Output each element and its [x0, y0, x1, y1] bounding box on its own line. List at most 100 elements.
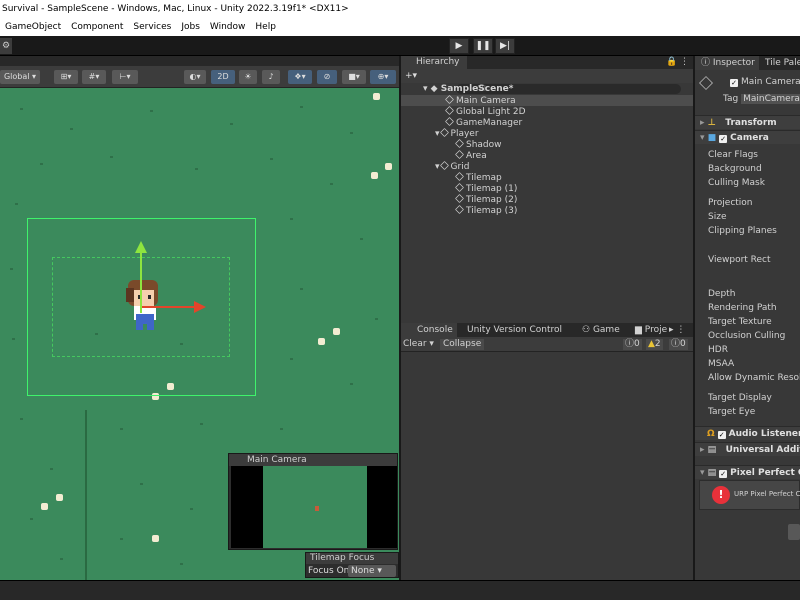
hierarchy-item-area[interactable]: Area: [401, 150, 693, 161]
hierarchy-item-global-light[interactable]: Global Light 2D: [401, 106, 693, 117]
effects-icon[interactable]: ❖▾: [288, 70, 312, 84]
tab-project[interactable]: ▆ Proje: [635, 323, 667, 337]
mode-2d-button[interactable]: 2D: [211, 70, 235, 84]
error-count-toggle[interactable]: ⓘ0: [669, 339, 688, 350]
grass-tile: [350, 383, 353, 385]
unity-scene-icon: ▾ ◆: [423, 84, 441, 94]
pause-button[interactable]: ❚❚: [473, 38, 493, 54]
audio-icon[interactable]: ♪: [262, 70, 280, 84]
move-gizmo-y-arrow[interactable]: [135, 241, 147, 253]
camera-preview-header[interactable]: Main Camera: [229, 454, 397, 466]
component-pixel-perfect-camera[interactable]: ▾ ▤✓Pixel Perfect Ca: [695, 465, 800, 479]
hidden-objects-icon[interactable]: ⊘: [317, 70, 337, 84]
move-gizmo-x-arrow[interactable]: [194, 301, 206, 313]
log-count-toggle[interactable]: ⓘ0: [623, 339, 642, 350]
tab-hierarchy[interactable]: Hierarchy: [401, 56, 467, 69]
play-button[interactable]: ▶: [449, 38, 469, 54]
warning-count-toggle[interactable]: ▲2: [646, 339, 663, 350]
menu-help[interactable]: Help: [250, 18, 281, 36]
clear-button[interactable]: Clear ▾: [403, 339, 434, 350]
active-checkbox[interactable]: ✓: [730, 79, 738, 87]
clear-label: Clear: [403, 339, 427, 349]
grass-tile: [120, 538, 123, 540]
hierarchy-scene-row[interactable]: ▾ ◆ SampleScene*: [401, 84, 693, 95]
hierarchy-item-tilemap-1[interactable]: Tilemap (1): [401, 183, 693, 194]
grid-visibility-icon[interactable]: #▾: [82, 70, 106, 84]
grass-tile: [280, 428, 283, 430]
move-gizmo-x-axis[interactable]: [142, 306, 202, 308]
tilemap-focus-title: Tilemap Focus: [310, 553, 375, 563]
hierarchy-item-tilemap-2[interactable]: Tilemap (2): [401, 194, 693, 205]
component-audio-listener[interactable]: Ω ✓ Audio Listener: [695, 426, 800, 440]
game-controller-icon: ⚇: [582, 325, 593, 335]
tilemap-focus-header[interactable]: Tilemap Focus: [306, 553, 398, 564]
hierarchy-item-main-camera[interactable]: Main Camera: [401, 95, 693, 106]
prop-clear-flags: Clear Flags: [708, 150, 758, 160]
tab-game[interactable]: ⚇ Game: [582, 323, 620, 337]
focus-on-dropdown[interactable]: None ▾: [348, 565, 396, 577]
step-button[interactable]: ▶|: [495, 38, 515, 54]
audio-listener-enabled-checkbox[interactable]: ✓: [717, 431, 726, 439]
add-component-button[interactable]: [788, 524, 800, 540]
component-label: Pixel Perfect Ca: [730, 468, 800, 478]
hierarchy-item-tilemap-3[interactable]: Tilemap (3): [401, 205, 693, 216]
tab-inspector[interactable]: ⓘ Inspector: [695, 56, 759, 70]
scene-tab-strip: [0, 56, 399, 66]
transform-icon: ⊥: [707, 118, 716, 128]
menu-gameobject[interactable]: GameObject: [0, 18, 66, 36]
tab-tile-palette[interactable]: Tile Pale: [765, 56, 800, 70]
grass-tile: [150, 110, 153, 112]
menu-jobs[interactable]: Jobs: [176, 18, 205, 36]
component-camera[interactable]: ▾ ■ ✓ Camera: [695, 130, 800, 144]
hierarchy-item-gamemanager[interactable]: GameManager: [401, 117, 693, 128]
headphones-icon: Ω: [707, 429, 715, 439]
gameobject-icon: [439, 128, 449, 137]
tab-console[interactable]: Console: [401, 323, 457, 337]
lighting-icon[interactable]: ☀: [239, 70, 257, 84]
camera-preview-overlay[interactable]: Main Camera: [228, 453, 398, 550]
object-name-field[interactable]: Main Camera: [741, 77, 800, 87]
expand-arrow-icon[interactable]: ▾: [435, 162, 440, 172]
grass-tile: [200, 423, 203, 425]
grass-tile: [270, 158, 273, 160]
hierarchy-item-grid[interactable]: ▾ Grid: [401, 161, 693, 172]
inspector-tab-label: Inspector: [712, 58, 755, 68]
error-icon: ⓘ: [671, 339, 681, 349]
lock-icon[interactable]: 🔒: [666, 57, 677, 67]
foldout-arrow-icon: ▾: [700, 133, 708, 143]
menu-services[interactable]: Services: [128, 18, 176, 36]
gizmos-icon[interactable]: ⊕▾: [370, 70, 396, 84]
component-universal-additional[interactable]: ▸ ▤ Universal Additi: [695, 442, 800, 456]
camera-icon[interactable]: ■▾: [342, 70, 366, 84]
tab-overflow-icon[interactable]: ▸ ⋮: [669, 323, 685, 337]
pixel-perfect-enabled-checkbox[interactable]: ✓: [719, 470, 728, 478]
camera-enabled-checkbox[interactable]: ✓: [719, 135, 728, 143]
hierarchy-item-tilemap[interactable]: Tilemap: [401, 172, 693, 183]
component-label: Transform: [725, 118, 777, 128]
menu-component[interactable]: Component: [66, 18, 128, 36]
hierarchy-item-shadow[interactable]: Shadow: [401, 139, 693, 150]
shading-mode-icon[interactable]: ◐▾: [184, 70, 206, 84]
hierarchy-item-player[interactable]: ▾ Player: [401, 128, 693, 139]
folder-icon: ▆: [635, 325, 645, 335]
more-options-icon[interactable]: ⋮: [680, 57, 689, 67]
tilemap-focus-overlay: Tilemap Focus Focus On None ▾: [305, 552, 399, 578]
grass-tile: [360, 238, 363, 240]
console-toolbar: Clear ▾ Collapse ⓘ0 ▲2 ⓘ0: [401, 337, 693, 352]
move-gizmo-y-axis[interactable]: [140, 243, 142, 313]
create-dropdown[interactable]: +▾: [405, 69, 417, 83]
menu-window[interactable]: Window: [205, 18, 251, 36]
urp-warning-text: URP Pixel Perfect Ca: [734, 490, 800, 498]
tag-dropdown[interactable]: MainCamera: [741, 94, 800, 104]
prop-target-display: Target Display: [708, 393, 772, 403]
tab-unity-version-control[interactable]: Unity Version Control: [467, 323, 562, 337]
tile-palette-tab-label: Tile Pale: [765, 58, 800, 68]
gameobject-icon: [455, 139, 464, 148]
increment-snap-icon[interactable]: ⊢▾: [112, 70, 138, 84]
settings-icon[interactable]: ⚙: [0, 38, 12, 54]
expand-arrow-icon[interactable]: ▾: [435, 129, 440, 139]
grid-snap-icon[interactable]: ⊞▾: [54, 70, 78, 84]
global-dropdown[interactable]: Global ▾: [0, 70, 40, 84]
component-transform[interactable]: ▸ ⊥ Transform: [695, 115, 800, 129]
collapse-toggle[interactable]: Collapse: [440, 339, 485, 350]
